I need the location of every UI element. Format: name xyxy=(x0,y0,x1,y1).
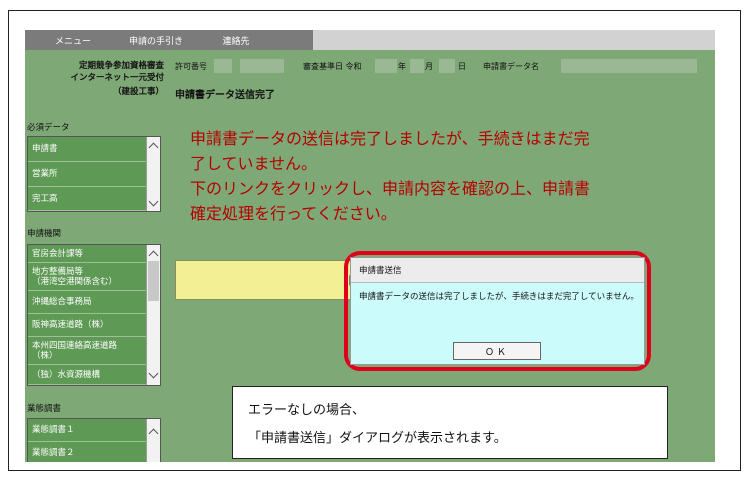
list-item-agency[interactable]: 沖縄総合事務局 xyxy=(28,291,147,314)
list-item-survey-2[interactable]: 業態調書２ xyxy=(28,442,147,462)
list-item-agency[interactable]: 本州四国連絡高速道路 （株） xyxy=(28,337,147,365)
review-year-masked xyxy=(375,59,397,73)
data-name-label: 申請書データ名 xyxy=(483,62,539,71)
submission-dialog: 申請書送信 申請書データの送信は完了しましたが、手続きはまだ完了していません。 … xyxy=(350,257,645,365)
survey-list: 業態調書１ 業態調書２ xyxy=(27,418,161,462)
list-item-completed-amount[interactable]: 完工高 xyxy=(28,187,147,211)
dialog-message: 申請書データの送信は完了しましたが、手続きはまだ完了していません。 xyxy=(359,292,639,302)
scroll-down-icon[interactable] xyxy=(147,368,160,381)
review-date-label: 審査基準日 令和 xyxy=(303,62,362,71)
tab-application-guide[interactable]: 申請の手引き xyxy=(121,30,191,50)
scroll-thumb[interactable] xyxy=(148,261,159,301)
survey-title: 業態調書 xyxy=(27,404,62,414)
agencies-scrollbar[interactable] xyxy=(146,245,160,385)
message-line: 了していません。 xyxy=(190,154,318,173)
permit-number-masked xyxy=(214,59,232,73)
required-data-title: 必須データ xyxy=(27,123,70,133)
list-item-office[interactable]: 営業所 xyxy=(28,162,147,187)
review-day-masked xyxy=(439,59,455,73)
data-name-masked xyxy=(561,59,697,73)
permit-number-masked-2 xyxy=(240,59,284,73)
scroll-up-icon[interactable] xyxy=(147,139,160,152)
agencies-list: 官房会計課等 地方整備局等 （港湾空港関係含む） 沖縄総合事務局 阪神高速道路（… xyxy=(27,244,161,386)
list-item-agency[interactable]: 地方整備局等 （港湾空港関係含む） xyxy=(28,263,147,291)
review-month-masked xyxy=(410,59,424,73)
message-line: 申請書データの送信は完了しましたが、手続きはまだ完 xyxy=(190,129,590,148)
caption-line-2: 「申請書送信」ダイアログが表示されます。 xyxy=(248,431,507,446)
day-label: 日 xyxy=(458,62,466,71)
system-name-line-1: 定期競争参加資格審査 xyxy=(78,61,164,71)
tab-contact[interactable]: 連絡先 xyxy=(191,30,281,50)
dialog-title: 申請書送信 xyxy=(351,258,644,283)
menu-tabs: メニュー 申請の手引き 連絡先 xyxy=(25,30,313,50)
caption-line-1: エラーなしの場合、 xyxy=(248,403,366,418)
message-line: 確定処理を行ってください。 xyxy=(190,204,397,223)
list-item-agency[interactable]: 官房会計課等 xyxy=(28,245,147,263)
ok-button[interactable]: ＯＫ xyxy=(453,342,541,360)
system-name-line-3: （建設工事） xyxy=(112,87,164,97)
menu-bar: メニュー 申請の手引き 連絡先 xyxy=(25,30,715,50)
permit-number-label: 許可番号 xyxy=(175,62,207,71)
system-name-line-2: インターネット一元受付 xyxy=(70,73,164,83)
scroll-up-icon[interactable] xyxy=(147,247,160,260)
year-label: 年 xyxy=(398,62,406,71)
survey-scrollbar[interactable] xyxy=(146,419,160,462)
list-item-agency[interactable]: （独）水資源機構 xyxy=(28,365,147,385)
list-item-agency[interactable]: 阪神高速道路（株） xyxy=(28,314,147,337)
list-item-survey-1[interactable]: 業態調書１ xyxy=(28,419,147,442)
scroll-down-icon[interactable] xyxy=(147,196,160,209)
tab-menu[interactable]: メニュー xyxy=(25,30,121,50)
agencies-title: 申請機関 xyxy=(27,229,62,239)
message-line: 下のリンクをクリックし、申請内容を確認の上、申請書 xyxy=(190,179,591,198)
month-label: 月 xyxy=(425,62,433,71)
completion-message: 申請書データの送信は完了しましたが、手続きはまだ完 了していません。 下のリンク… xyxy=(190,126,660,226)
list-item-application[interactable]: 申請書 xyxy=(28,137,147,162)
required-data-scrollbar[interactable] xyxy=(146,137,160,211)
page-title: 申請書データ送信完了 xyxy=(175,90,275,101)
scroll-up-icon[interactable] xyxy=(147,425,160,438)
required-data-list: 申請書 営業所 完工高 xyxy=(27,136,161,212)
annotation-caption: エラーなしの場合、 「申請書送信」ダイアログが表示されます。 xyxy=(232,386,668,459)
